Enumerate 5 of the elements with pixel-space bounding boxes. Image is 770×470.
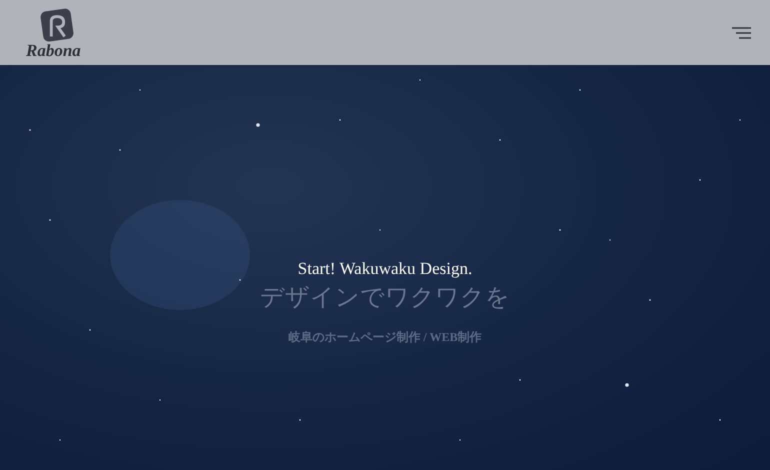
headline: デザインでワクワクを	[260, 282, 510, 313]
subtitle: 岐阜のホームページ制作 / WEB制作	[287, 329, 483, 346]
menu-icon[interactable]	[732, 26, 752, 38]
tagline: Start! Wakuwaku Design.	[296, 259, 474, 279]
logo-text[interactable]: Rabona	[26, 42, 81, 59]
